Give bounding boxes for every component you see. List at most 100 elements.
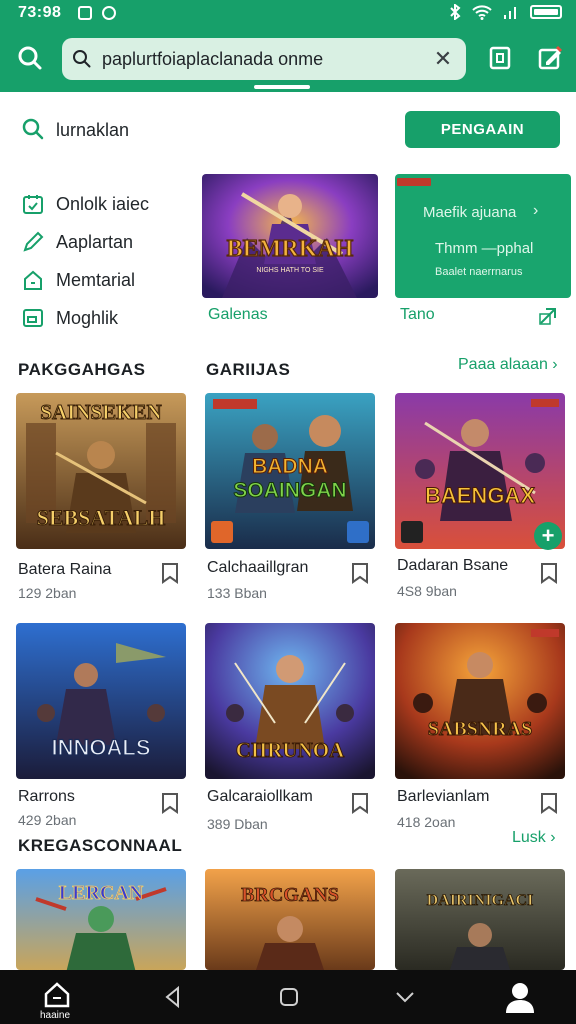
featured-art: BEMRKAH NIGHS HATH TO SIE — [202, 174, 378, 298]
notification-icon — [78, 6, 92, 20]
banner-line-2: Thmm —pphal — [435, 240, 534, 257]
game-meta: 4S8 9ban — [397, 583, 457, 599]
ribbon-badge — [397, 178, 431, 186]
banner-line-3: Baalet naerrnarus — [435, 266, 523, 278]
overview-icon[interactable] — [274, 982, 304, 1012]
app-bar: 73:98 paplurtfoiaplaclanada onme ✕ — [0, 0, 576, 92]
svg-text:DAIRINIGACI: DAIRINIGACI — [427, 892, 534, 909]
bookmark-icon[interactable] — [161, 792, 179, 814]
game-art: INNOALS — [16, 623, 186, 779]
game-meta: 389 Dban — [207, 816, 268, 832]
bookmark-icon[interactable] — [351, 792, 369, 814]
svg-text:CIIRUNOA: CIIRUNOA — [236, 738, 345, 762]
menu-item-3[interactable]: Memtarial — [22, 266, 135, 294]
game-tile[interactable]: CIIRUNOA — [205, 623, 375, 779]
svg-text:LERCAN: LERCAN — [59, 882, 144, 904]
add-button[interactable]: + — [534, 522, 562, 550]
nav-home-label[interactable]: haaine — [40, 1010, 70, 1021]
edit-icon[interactable] — [536, 44, 564, 72]
document-icon[interactable] — [486, 44, 514, 72]
search-icon[interactable] — [22, 118, 44, 140]
game-art: SAINSEKEN SEBSATALH — [16, 393, 186, 549]
featured-caption-1[interactable]: Galenas — [208, 306, 268, 324]
see-all-link[interactable]: Lusk › — [512, 829, 556, 847]
game-art: BADNA SOAINGAN — [205, 393, 375, 549]
bluetooth-icon — [450, 4, 461, 20]
game-meta: 418 2oan — [397, 814, 456, 830]
featured-card-2[interactable]: Maefik ajuana › Thmm —pphal Baalet naerr… — [395, 174, 571, 298]
menu-item-1[interactable]: Onlolk iaiec — [22, 190, 149, 218]
game-art: SABSNRAS — [395, 623, 565, 779]
home-icon — [24, 270, 42, 290]
game-art: LERCAN — [16, 869, 186, 970]
svg-text:BEMRKAH: BEMRKAH — [227, 236, 354, 262]
menu-item-label: Onlolk iaiec — [56, 193, 150, 214]
calendar-icon — [23, 195, 43, 214]
window-icon — [23, 309, 43, 327]
signal-icon — [504, 7, 516, 19]
game-art: DAIRINIGACI — [395, 869, 565, 970]
game-tile[interactable]: SABSNRAS — [395, 623, 565, 779]
banner-line-1: Maefik ajuana — [423, 204, 517, 221]
status-time: 73:98 — [18, 4, 62, 21]
bookmark-icon[interactable] — [351, 562, 369, 584]
game-art: BRCGANS — [205, 869, 375, 970]
section-title: PAKGGAHGAS — [18, 360, 146, 379]
game-tile[interactable]: DAIRINIGACI — [395, 869, 565, 970]
menu-item-2[interactable]: Aaplartan — [22, 228, 133, 256]
bookmark-icon[interactable] — [161, 562, 179, 584]
clear-icon[interactable]: ✕ — [430, 46, 456, 72]
game-meta: 129 2ban — [18, 585, 77, 601]
game-tile[interactable]: SAINSEKEN SEBSATALH — [16, 393, 186, 549]
primary-action-button[interactable]: PENGAAIN — [405, 111, 560, 148]
menu-item-4[interactable]: Moghlik — [22, 304, 118, 332]
svg-text:SEBSATALH: SEBSATALH — [37, 505, 166, 530]
search-field[interactable]: paplurtfoiaplaclanada onme ✕ — [62, 38, 466, 80]
game-tile[interactable]: LERCAN — [16, 869, 186, 970]
featured-caption-2[interactable]: Tano — [400, 306, 435, 324]
game-title[interactable]: Dadaran Bsane — [397, 557, 508, 575]
sync-icon — [102, 6, 116, 20]
see-all-link[interactable]: Paaa alaaan › — [458, 356, 558, 374]
menu-item-label: Moghlik — [56, 307, 119, 328]
game-title[interactable]: Galcaraiollkam — [207, 788, 313, 806]
back-icon[interactable] — [158, 982, 188, 1012]
external-link-icon[interactable] — [538, 306, 558, 326]
game-tile[interactable]: BADNA SOAINGAN — [205, 393, 375, 549]
game-tile[interactable]: INNOALS — [16, 623, 186, 779]
battery-icon — [530, 5, 562, 19]
game-title[interactable]: Barlevianlam — [397, 788, 489, 806]
game-title[interactable]: Calchaaillgran — [207, 559, 308, 577]
svg-text:SAINSEKEN: SAINSEKEN — [40, 400, 161, 424]
menu-item-label: Aaplartan — [56, 231, 134, 252]
section-subtitle: GARIIJAS — [206, 360, 291, 379]
svg-text:BRCGANS: BRCGANS — [241, 884, 339, 906]
svg-text:BAENGAX: BAENGAX — [425, 483, 535, 508]
featured-card-1[interactable]: BEMRKAH NIGHS HATH TO SIE — [202, 174, 378, 298]
profile-icon[interactable] — [504, 980, 536, 1014]
section-title: KREGASCONNAAL — [18, 836, 183, 855]
game-title[interactable]: Rarrons — [18, 788, 75, 806]
svg-text:BADNA: BADNA — [252, 455, 328, 478]
drag-handle[interactable] — [254, 85, 310, 89]
menu-item-label: Memtarial — [56, 269, 136, 290]
chevron-right-icon: › — [533, 202, 539, 219]
pencil-icon — [23, 231, 44, 252]
game-art: CIIRUNOA — [205, 623, 375, 779]
search-query-text[interactable]: paplurtfoiaplaclanada onme — [102, 49, 323, 70]
svg-text:SABSNRAS: SABSNRAS — [428, 718, 532, 740]
home-icon[interactable] — [42, 980, 72, 1010]
chevron-down-icon[interactable] — [390, 982, 420, 1012]
search-row-label[interactable]: lurnaklan — [56, 120, 129, 141]
svg-text:INNOALS: INNOALS — [52, 735, 151, 760]
game-title[interactable]: Batera Raina — [18, 561, 111, 579]
bottom-navigation — [0, 970, 576, 1024]
search-icon[interactable] — [16, 44, 44, 72]
game-tile[interactable]: BRCGANS — [205, 869, 375, 970]
bookmark-icon[interactable] — [540, 562, 558, 584]
svg-text:NIGHS HATH TO SIE: NIGHS HATH TO SIE — [256, 267, 324, 274]
svg-text:SOAINGAN: SOAINGAN — [233, 479, 346, 502]
bookmark-icon[interactable] — [540, 792, 558, 814]
wifi-icon — [472, 5, 492, 20]
search-icon — [73, 50, 91, 68]
